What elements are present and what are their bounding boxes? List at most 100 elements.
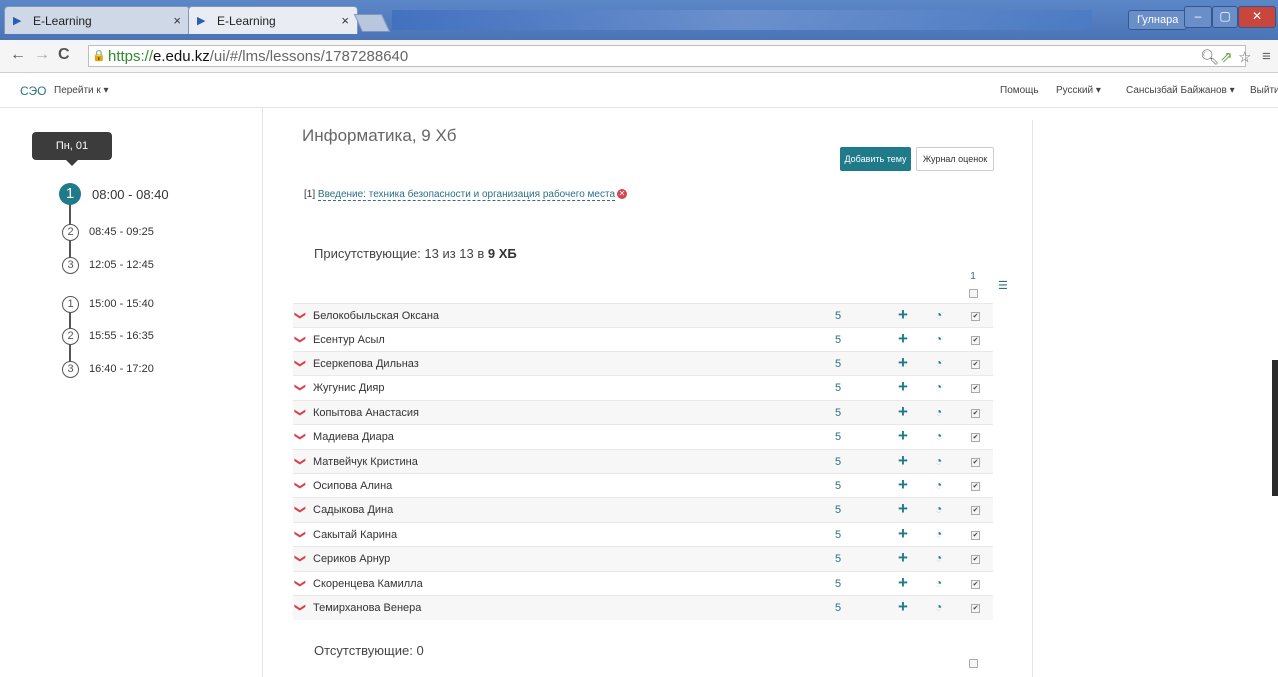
plus-icon[interactable]: +	[898, 475, 908, 495]
bookmark-star-icon[interactable]: ☆	[1238, 48, 1251, 66]
goto-dropdown[interactable]: Перейти к ▾	[54, 85, 109, 96]
chevron-down-icon[interactable]: ❯	[294, 432, 307, 441]
student-name[interactable]: Жугунис Дияр	[313, 382, 385, 394]
logout-link[interactable]: Выйти	[1250, 85, 1278, 96]
clock-icon[interactable]: ◔	[935, 454, 942, 468]
student-name[interactable]: Сакытай Карина	[313, 529, 397, 541]
clock-icon[interactable]: ◔	[935, 380, 942, 394]
student-grade[interactable]: 5	[835, 382, 841, 394]
brand-logo[interactable]: СЭО	[20, 84, 47, 98]
chevron-down-icon[interactable]: ❯	[294, 457, 307, 466]
student-name[interactable]: Сериков Арнур	[313, 553, 390, 565]
lesson-number-badge[interactable]: 2	[62, 224, 79, 241]
close-window-button[interactable]: ✕	[1238, 6, 1276, 28]
lesson-time[interactable]: 15:00 - 15:40	[89, 298, 154, 310]
menu-icon[interactable]: ≡	[1262, 48, 1271, 65]
minimize-button[interactable]: –	[1184, 6, 1212, 28]
lesson-time[interactable]: 08:00 - 08:40	[92, 187, 169, 202]
present-checkbox[interactable]: ✔	[971, 384, 980, 393]
remove-topic-icon[interactable]: ✕	[617, 189, 628, 200]
plus-icon[interactable]: +	[898, 573, 908, 593]
help-link[interactable]: Помощь	[1000, 85, 1039, 96]
clock-icon[interactable]: ◔	[935, 429, 942, 443]
plus-icon[interactable]: +	[898, 353, 908, 373]
chevron-down-icon[interactable]: ❯	[294, 408, 307, 417]
maximize-button[interactable]: ▢	[1212, 6, 1238, 28]
present-checkbox[interactable]: ✔	[971, 555, 980, 564]
student-grade[interactable]: 5	[835, 407, 841, 419]
present-checkbox[interactable]: ✔	[971, 312, 980, 321]
window-user-badge[interactable]: Гулнара	[1128, 10, 1188, 30]
tab-close-icon[interactable]: ×	[341, 13, 349, 28]
student-grade[interactable]: 5	[835, 456, 841, 468]
url-text[interactable]: https://e.edu.kz/ui/#/lms/lessons/178728…	[108, 48, 408, 65]
plus-icon[interactable]: +	[898, 597, 908, 617]
lesson-number-badge[interactable]: 1	[59, 183, 81, 205]
clock-icon[interactable]: ◔	[935, 502, 942, 516]
date-label[interactable]: Пн, 01 сентября	[32, 132, 112, 180]
student-grade[interactable]: 5	[835, 358, 841, 370]
student-name[interactable]: Есентур Асыл	[313, 334, 385, 346]
clock-icon[interactable]: ◔	[935, 600, 942, 614]
student-grade[interactable]: 5	[835, 602, 841, 614]
lesson-number-badge[interactable]: 3	[62, 361, 79, 378]
zoom-icon[interactable]: 🔍︎	[1200, 48, 1219, 66]
present-checkbox[interactable]: ✔	[971, 433, 980, 442]
student-grade[interactable]: 5	[835, 480, 841, 492]
student-grade[interactable]: 5	[835, 553, 841, 565]
chevron-down-icon[interactable]: ❯	[294, 530, 307, 539]
student-name[interactable]: Мадиева Диара	[313, 431, 394, 443]
plus-icon[interactable]: +	[898, 524, 908, 544]
chevron-down-icon[interactable]: ❯	[294, 481, 307, 490]
lesson-time[interactable]: 12:05 - 12:45	[89, 259, 154, 271]
add-topic-button[interactable]: Добавить тему	[840, 147, 911, 171]
plus-icon[interactable]: +	[898, 451, 908, 471]
present-checkbox[interactable]: ✔	[971, 482, 980, 491]
tab-close-icon[interactable]: ×	[173, 13, 181, 28]
present-checkbox[interactable]: ✔	[971, 580, 980, 589]
chevron-down-icon[interactable]: ❯	[294, 311, 307, 320]
student-name[interactable]: Садыкова Дина	[313, 504, 393, 516]
lesson-number-badge[interactable]: 3	[62, 257, 79, 274]
lesson-time[interactable]: 15:55 - 16:35	[89, 330, 154, 342]
student-name[interactable]: Копытова Анастасия	[313, 407, 419, 419]
back-arrow-icon[interactable]: ←	[10, 46, 26, 64]
chevron-down-icon[interactable]: ❯	[294, 335, 307, 344]
language-dropdown[interactable]: Русский ▾	[1056, 85, 1101, 96]
plus-icon[interactable]: +	[898, 548, 908, 568]
chevron-down-icon[interactable]: ❯	[294, 359, 307, 368]
student-name[interactable]: Скоренцева Камилла	[313, 578, 423, 590]
clock-icon[interactable]: ◔	[935, 356, 942, 370]
present-checkbox[interactable]: ✔	[971, 506, 980, 515]
scrollbar-thumb[interactable]	[1272, 360, 1278, 496]
lesson-time[interactable]: 08:45 - 09:25	[89, 226, 154, 238]
clock-icon[interactable]: ◔	[935, 551, 942, 565]
student-name[interactable]: Матвейчук Кристина	[313, 456, 418, 468]
browser-tab-1[interactable]: ▶ E-Learning ×	[4, 6, 190, 34]
student-grade[interactable]: 5	[835, 529, 841, 541]
student-grade[interactable]: 5	[835, 578, 841, 590]
topic-link[interactable]: Введение: техника безопасности и организ…	[317, 189, 616, 201]
student-name[interactable]: Осипова Алина	[313, 480, 392, 492]
student-name[interactable]: Темирханова Венера	[313, 602, 421, 614]
student-name[interactable]: Есеркепова Дильназ	[313, 358, 419, 370]
plus-icon[interactable]: +	[898, 305, 908, 325]
clock-icon[interactable]: ◔	[935, 405, 942, 419]
student-grade[interactable]: 5	[835, 310, 841, 322]
chevron-down-icon[interactable]: ❯	[294, 383, 307, 392]
grade-journal-button[interactable]: Журнал оценок	[916, 147, 994, 171]
student-name[interactable]: Белокобыльская Оксана	[313, 310, 439, 322]
clock-icon[interactable]: ◔	[935, 527, 942, 541]
present-checkbox[interactable]: ✔	[971, 336, 980, 345]
chevron-down-icon[interactable]: ❯	[294, 554, 307, 563]
plus-icon[interactable]: +	[898, 499, 908, 519]
plus-icon[interactable]: +	[898, 426, 908, 446]
select-all-checkbox[interactable]	[969, 289, 978, 298]
plus-icon[interactable]: +	[898, 329, 908, 349]
present-checkbox[interactable]: ✔	[971, 360, 980, 369]
clock-icon[interactable]: ◔	[935, 478, 942, 492]
chevron-down-icon[interactable]: ❯	[294, 603, 307, 612]
clock-icon[interactable]: ◔	[935, 308, 942, 322]
extension-icon[interactable]: ⇗	[1220, 48, 1233, 66]
chevron-down-icon[interactable]: ❯	[294, 505, 307, 514]
